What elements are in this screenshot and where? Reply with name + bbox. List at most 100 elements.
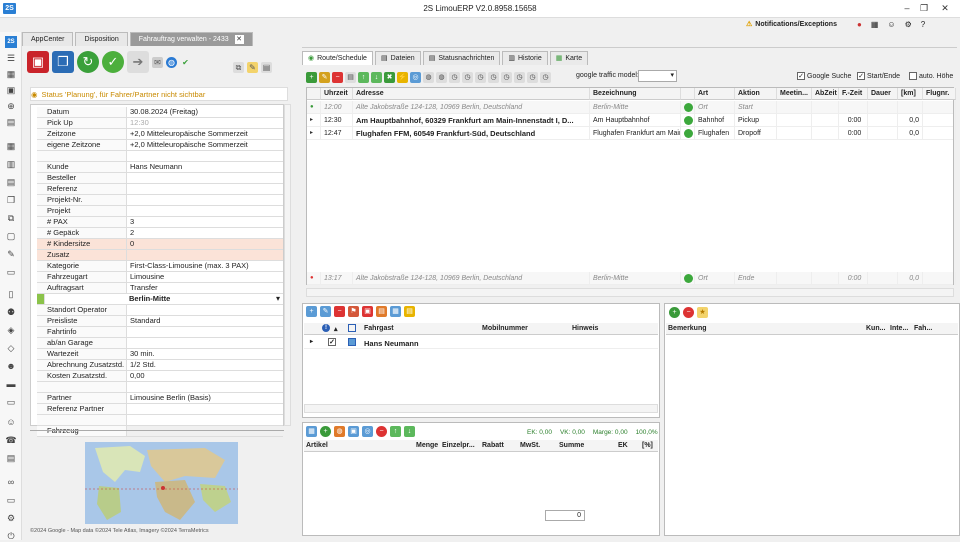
route-col-header[interactable]: Dauer [868,88,898,100]
edit-stop-icon[interactable]: ✎ [319,71,330,83]
map-preview[interactable] [85,442,238,524]
form-value[interactable]: Standard [127,316,283,326]
form-value[interactable]: First-Class-Limousine (max. 3 PAX) [127,261,283,271]
edit-icon[interactable]: ✎ [5,248,17,260]
form-value[interactable] [127,206,283,216]
form-value[interactable] [127,151,283,161]
driver-icon[interactable]: ☺ [5,416,17,428]
form-value[interactable]: Limousine [127,272,283,282]
route-col-header[interactable]: Uhrzeit [321,88,353,100]
move-up-icon[interactable]: ↑ [358,71,369,83]
auto-hoehe-checkbox[interactable]: auto. Höhe [909,72,953,80]
form-value[interactable] [127,415,283,425]
form-row[interactable]: Partner Limousine Berlin (Basis) [37,393,283,404]
keyboard-icon[interactable]: ▭ [5,266,17,278]
copy-icon[interactable]: ⧉ [5,212,17,224]
tab-disposition[interactable]: Disposition [75,32,128,46]
route-col-header[interactable]: Flugnr. [923,88,956,100]
form-row[interactable] [37,151,283,162]
phone-icon[interactable]: ☎ [5,434,17,446]
article-edit-icon[interactable]: ▣ [348,426,359,437]
form-value[interactable] [127,184,283,194]
route-col-header[interactable]: Bezeichnung [590,88,681,100]
flash-icon[interactable]: ⚡ [397,71,408,83]
contacts-icon[interactable]: ▣ [5,84,17,96]
form-value[interactable]: Limousine Berlin (Basis) [127,393,283,403]
notifications-link[interactable]: ⚠ Notifications/Exceptions [746,20,837,29]
passenger-scrollbar[interactable] [304,404,658,413]
edit-passenger-icon[interactable]: ✎ [320,306,331,317]
form-row[interactable]: Auftragsart Transfer [37,283,283,294]
form-row[interactable]: Projekt-Nr. [37,195,283,206]
form-row[interactable]: Kategorie First-Class-Limousine (max. 3 P… [37,261,283,272]
minimize-button[interactable]: – [900,2,914,14]
form-value[interactable]: 0 [127,239,283,249]
form-value[interactable]: +2,0 Mitteleuropäische Sommerzeit [127,129,283,139]
calculate-icon[interactable]: ◎ [410,71,421,83]
route-row[interactable]: ● 12:00 Alte Jakobstraße 124-128, 10969 Be… [307,101,956,114]
form-row[interactable]: Zeitzone +2,0 Mitteleuropäische Sommerzei… [37,129,283,140]
files-icon[interactable]: ❐ [5,194,17,206]
help-icon[interactable]: ? [921,20,925,29]
passenger-checkbox[interactable]: ✓ [328,338,336,346]
remove-note-icon[interactable]: − [683,307,694,318]
gear-icon[interactable]: ⚙ [5,512,17,524]
globe-icon[interactable]: ◍ [166,56,177,68]
route-col-header[interactable]: AbZeit [812,88,839,100]
traffic-model-select[interactable]: ▾ [638,70,677,82]
form-row[interactable]: Kosten Zusatzstd. 0,00 [37,371,283,382]
document-icon[interactable]: ▤ [5,116,17,128]
clock-icon-3[interactable]: ◷ [475,71,486,83]
color-icon[interactable]: ● [857,20,862,29]
form-value[interactable]: 0,00 [127,371,283,381]
form-row[interactable]: # Gepäck 2 [37,228,283,239]
route-col-header[interactable]: Adresse [353,88,590,100]
form-value[interactable] [127,250,283,260]
monitor-icon[interactable]: ▭ [5,494,17,506]
close-tab-icon[interactable]: ✕ [234,35,244,44]
route-col-header[interactable]: Aktion [735,88,777,100]
copy-doc-icon[interactable]: ⧉ [233,62,244,73]
clock-icon-6[interactable]: ◷ [514,71,525,83]
clock-icon-4[interactable]: ◷ [488,71,499,83]
form-value[interactable]: Transfer [127,283,283,293]
article-down-icon[interactable]: ↓ [404,426,415,437]
google-suche-box[interactable]: ✓ [797,72,805,80]
exit-icon[interactable]: ⏻ [5,530,17,542]
passenger-list-icon[interactable]: ▦ [390,306,401,317]
form-value[interactable] [127,404,283,414]
form-row[interactable]: Datum 30.08.2024 (Freitag) [37,107,283,118]
splitter[interactable] [30,430,284,436]
add-circle-icon[interactable]: ⊕ [5,100,17,112]
tab-appcenter[interactable]: AppCenter [22,32,74,46]
app-icon[interactable]: 2S [5,36,17,48]
clock-icon-2[interactable]: ◷ [462,71,473,83]
cube-icon[interactable]: ◈ [5,324,17,336]
form-value[interactable]: 30.08.2024 (Freitag) [127,107,283,117]
route-row[interactable]: ▸ 12:30 Am Hauptbahnhof, 60329 Frankfurt a… [307,114,956,127]
form-value[interactable] [127,338,283,348]
article-list-icon[interactable]: ▦ [306,426,317,437]
form-row[interactable]: Zusatz [37,250,283,261]
passenger-flag-icon[interactable]: ⚑ [348,306,359,317]
form-value[interactable]: 12:30 [127,118,283,128]
add-article-icon[interactable]: + [320,426,331,437]
check-icon[interactable]: ✓ [102,51,124,73]
passenger-card-icon[interactable]: ▣ [362,306,373,317]
remove-stop-icon[interactable]: − [332,71,343,83]
start-ende-checkbox[interactable]: ✓ Start/Ende [857,72,900,80]
form-value[interactable]: 1/2 Std. [127,360,283,370]
report-icon[interactable]: ▤ [5,176,17,188]
google-suche-checkbox[interactable]: ✓ Google Suche [797,72,851,80]
form-value[interactable] [127,305,283,315]
close-button[interactable]: ✕ [938,2,952,14]
select-icon[interactable] [348,324,356,332]
delete-passenger-icon[interactable]: − [334,306,345,317]
route-col-header[interactable]: Art [695,88,735,100]
form-row[interactable]: Pick Up 12:30 [37,118,283,129]
route-row[interactable]: ● 13:17 Alte Jakobstraße 124-128, 10969 Be… [307,272,956,285]
user-icon[interactable]: ☺ [887,20,895,29]
users-icon[interactable]: ⚉ [5,306,17,318]
sort-icon[interactable]: ▴ [334,325,338,333]
form-value[interactable] [127,195,283,205]
